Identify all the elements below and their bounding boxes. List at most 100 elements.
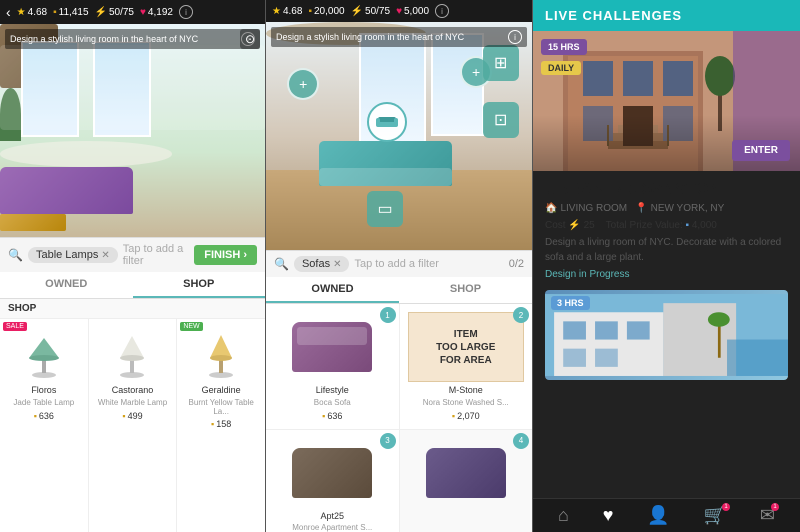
item-icon-1[interactable]: ⊞ xyxy=(483,45,519,81)
top-bar-mid: ★ 4.68 ▪ 20,000 ⚡ 50/75 ♥ 5,000 i xyxy=(266,0,532,22)
camera-icon[interactable]: ⊙ xyxy=(240,29,260,49)
lamp-image-geraldine xyxy=(186,327,256,382)
scene-title-left: Design a stylish living room in the hear… xyxy=(10,34,198,44)
heart-icon: ♥ xyxy=(140,7,146,18)
lamp-image-floros xyxy=(9,327,79,382)
tab-bar-mid: OWNED SHOP xyxy=(266,277,532,304)
enter-button[interactable]: ENTER xyxy=(732,140,790,161)
item-empty[interactable]: 4 xyxy=(400,430,533,532)
nav-home[interactable]: ⌂ xyxy=(558,505,569,526)
finish-button[interactable]: FINISH › xyxy=(194,245,257,265)
sale-badge: SALE xyxy=(3,322,27,331)
sofa-img-apt25 xyxy=(274,438,391,508)
item-name-floros: Floros xyxy=(31,385,56,396)
search-icon-mid: 🔍 xyxy=(274,257,289,271)
too-large-warning: ITEMTOO LARGEFOR AREA xyxy=(408,312,525,382)
info-button-mid[interactable]: i xyxy=(435,4,449,18)
nav-mail[interactable]: ✉ 1 xyxy=(760,505,775,526)
rating-stat-mid: ★ 4.68 xyxy=(272,6,302,17)
price-icon-mstone: ▪ xyxy=(452,411,455,421)
item-mstone[interactable]: 2 ITEMTOO LARGEFOR AREA M-Stone Nora Sto… xyxy=(400,304,533,429)
coffee-table xyxy=(0,214,66,231)
challenge-cost: Cost ⚡ 25 Total Prize Value: ▪ 4,000 xyxy=(545,220,788,231)
rating-stat: ★ 4.68 xyxy=(17,7,47,18)
nav-heart[interactable]: ♥ xyxy=(603,505,614,526)
home-icon: ⌂ xyxy=(558,505,569,526)
item-subname-lifestyle: Boca Sofa xyxy=(314,399,351,408)
filter-tag-sofas[interactable]: Sofas ✕ xyxy=(294,256,350,272)
nav-profile[interactable]: 👤 xyxy=(647,505,669,526)
price-coin-icon: ▪ xyxy=(34,411,37,421)
filter-remove-button[interactable]: ✕ xyxy=(101,250,109,261)
item-icon-2[interactable]: ⊡ xyxy=(483,102,519,138)
price-icon-lifestyle: ▪ xyxy=(322,411,325,421)
room-icon: 🏠 xyxy=(545,203,557,214)
lamp-image-castorano xyxy=(97,327,167,382)
item-geraldine[interactable]: NEW Geraldine Burnt Yellow Table La... ▪… xyxy=(177,319,265,532)
energy-stat-mid: ⚡ 50/75 xyxy=(351,6,390,17)
location-icon: 📍 xyxy=(635,203,647,214)
item-price-mstone: ▪ 2,070 xyxy=(452,411,480,421)
item-badge-1: 1 xyxy=(380,307,396,323)
tab-owned-mid[interactable]: OWNED xyxy=(266,277,399,303)
item-apt25[interactable]: 3 Apt25 Monroe Apartment S... ◆ 1,058 xyxy=(266,430,399,532)
scene-info-icon-mid[interactable]: i xyxy=(508,30,522,44)
items-grid-mid: 1 Lifestyle Boca Sofa ▪ 636 2 ITEMTOO LA… xyxy=(266,304,532,532)
item-name-apt25: Apt25 xyxy=(320,511,344,522)
item-floros[interactable]: SALE Floros Jade Table Lamp ▪ 636 xyxy=(0,319,88,532)
location: 📍 NEW YORK, NY xyxy=(635,203,724,214)
top-bar-left: ‹ ★ 4.68 ▪ 11,415 ⚡ 50/75 ♥ 4,192 i xyxy=(0,0,265,24)
room-scene-mid: + + ⊞ ⊡ ▭ Design a stylish living room i… xyxy=(266,22,532,250)
time-badge-1: 15 HRS xyxy=(541,39,587,55)
filter-bar-left: 🔍 Table Lamps ✕ Tap to add a filter FINI… xyxy=(0,237,265,272)
room-type: 🏠 LIVING ROOM xyxy=(545,203,627,214)
item-price-floros: ▪ 636 xyxy=(34,411,54,421)
challenge-2-preview[interactable]: 3 HRS xyxy=(545,290,788,380)
star-icon: ★ xyxy=(17,7,26,18)
time-badge-2: 3 HRS xyxy=(551,296,590,310)
star-icon-mid: ★ xyxy=(272,6,281,17)
info-button[interactable]: i xyxy=(179,5,193,19)
item-badge-3: 3 xyxy=(380,433,396,449)
item-lifestyle[interactable]: 1 Lifestyle Boca Sofa ▪ 636 xyxy=(266,304,399,429)
sofa-select-button[interactable] xyxy=(367,102,407,142)
nav-cart[interactable]: 🛒 1 xyxy=(704,505,726,526)
new-badge: NEW xyxy=(180,322,202,331)
filter-remove-button-mid[interactable]: ✕ xyxy=(333,259,341,270)
room-scene-left: Design a stylish living room in the hear… xyxy=(0,24,265,237)
tab-shop-mid[interactable]: SHOP xyxy=(399,277,532,303)
rug xyxy=(0,141,172,167)
energy-icon: ⚡ xyxy=(95,7,107,18)
shop-section-header: SHOP xyxy=(0,299,265,319)
back-button[interactable]: ‹ xyxy=(6,4,11,20)
scene-overlay: + + ⊞ ⊡ ▭ xyxy=(266,22,532,250)
item-price-castorano: ▪ 499 xyxy=(122,411,142,421)
price-coin-icon-2: ▪ xyxy=(122,411,125,421)
sofa-img-empty xyxy=(408,438,525,508)
challenge-details: URBAN BROWNSTONE 🏠 LIVING ROOM 📍 NEW YOR… xyxy=(533,171,800,498)
sofa-img-lifestyle xyxy=(274,312,391,382)
item-castorano[interactable]: Castorano White Marble Lamp ▪ 499 xyxy=(89,319,177,532)
design-progress: Design in Progress xyxy=(545,269,788,280)
coins-stat-mid: ▪ 20,000 xyxy=(308,6,344,17)
item-price-geraldine: ▪ 158 xyxy=(211,419,231,429)
heart-icon-mid: ♥ xyxy=(396,6,402,17)
item-subname-floros: Jade Table Lamp xyxy=(13,399,74,408)
item-name-lifestyle: Lifestyle xyxy=(316,385,349,396)
add-item-button-1[interactable]: + xyxy=(287,68,319,100)
tab-shop-left[interactable]: SHOP xyxy=(133,272,266,298)
item-subname-mstone: Nora Stone Washed S... xyxy=(423,399,509,408)
challenge-hero: 15 HRS DAILY ENTER xyxy=(533,31,800,171)
bottom-nav: ⌂ ♥ 👤 🛒 1 ✉ 1 xyxy=(533,498,800,532)
mid-panel: ★ 4.68 ▪ 20,000 ⚡ 50/75 ♥ 5,000 i xyxy=(266,0,533,532)
item-icon-3[interactable]: ▭ xyxy=(367,191,403,227)
coin-icon: ▪ xyxy=(53,7,57,18)
prize-coin-icon: ▪ xyxy=(686,220,690,231)
filter-tag-lamps[interactable]: Table Lamps ✕ xyxy=(28,247,118,263)
challenge-description: Design a living room of NYC. Decorate wi… xyxy=(545,235,788,265)
item-subname-castorano: White Marble Lamp xyxy=(98,399,167,408)
filter-placeholder-mid: Tap to add a filter xyxy=(354,258,503,270)
daily-badge: DAILY xyxy=(541,61,581,75)
energy-stat: ⚡ 50/75 xyxy=(95,7,134,18)
tab-owned-left[interactable]: OWNED xyxy=(0,272,133,298)
